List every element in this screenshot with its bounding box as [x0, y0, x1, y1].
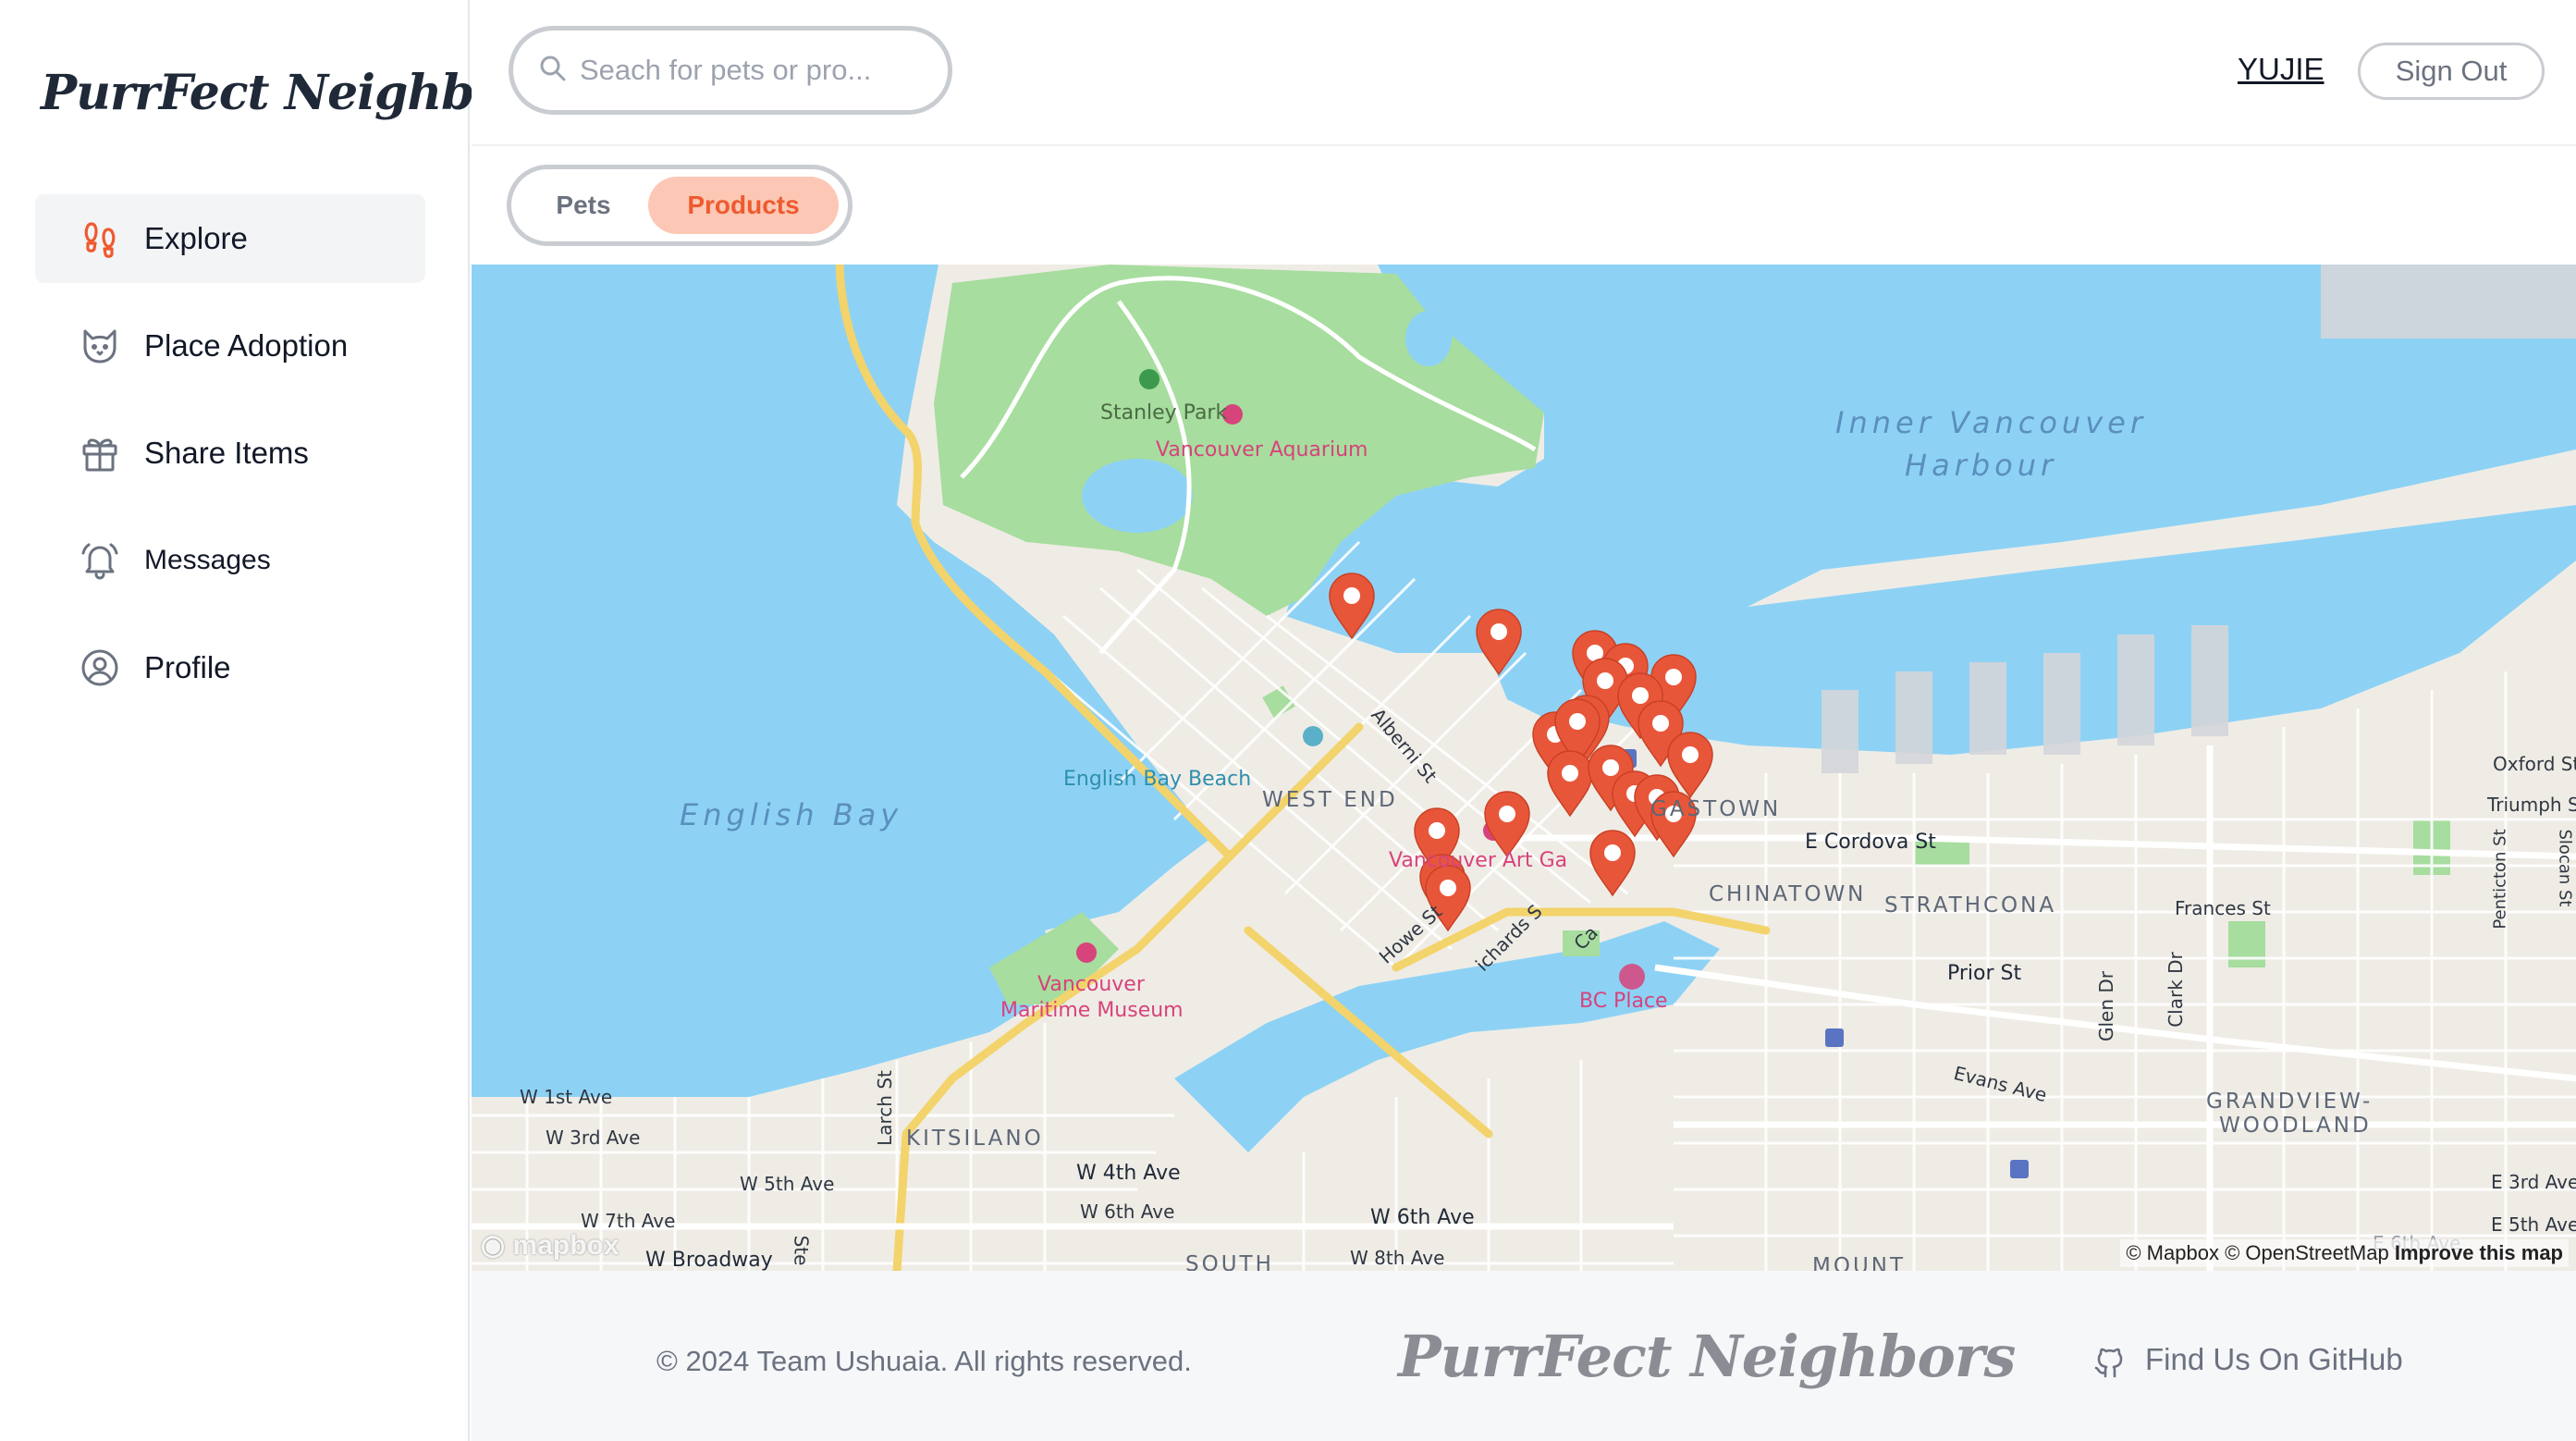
street-label: W 4th Ave: [1076, 1162, 1181, 1185]
copyright-text: © 2024 Team Ushuaia. All rights reserved…: [656, 1345, 1192, 1377]
district-label: CHINATOWN: [1709, 882, 1867, 906]
poi-label: Stanley Park: [1100, 401, 1228, 425]
street-label: Clark Dr: [2164, 952, 2187, 1028]
street-label: Penticton St: [2490, 829, 2510, 930]
street-label: Prior St: [1947, 962, 2022, 985]
street-label: Frances St: [2175, 897, 2271, 919]
district-label: GRANDVIEW-: [2206, 1090, 2374, 1114]
sign-out-button[interactable]: Sign Out: [2358, 43, 2545, 100]
street-label: E Cordova St: [1805, 831, 1936, 854]
poi-label: Maritime Museum: [1000, 999, 1184, 1022]
sidebar-item-label: Messages: [144, 545, 271, 575]
district-label: KITSILANO: [906, 1127, 1044, 1151]
transit-icon: [1825, 1028, 1844, 1047]
harbour-label: Inner Vancouver: [1835, 405, 2147, 440]
poi-label: BC Place: [1579, 990, 1668, 1013]
cat-icon: [80, 326, 120, 366]
map-view[interactable]: Inner Vancouver Harbour English Bay Stan…: [472, 265, 2576, 1271]
district-label: MOUNT: [1812, 1254, 1907, 1271]
search-input[interactable]: [580, 54, 913, 87]
street-label: W 1st Ave: [520, 1086, 613, 1108]
search-icon: [539, 55, 567, 87]
user-circle-icon: [80, 647, 120, 688]
street-label: Larch St: [873, 1070, 896, 1146]
street-label: W 6th Ave: [1080, 1201, 1175, 1223]
search-box[interactable]: [509, 26, 952, 115]
gift-icon: [80, 433, 120, 474]
district-label: STRATHCONA: [1884, 893, 2057, 918]
street-label: W 5th Ave: [740, 1173, 835, 1195]
street-label: Oxford St: [2493, 753, 2576, 775]
app-logo[interactable]: PurrFect Neighbors: [41, 65, 557, 139]
improve-map-link[interactable]: Improve this map: [2395, 1241, 2563, 1264]
harbour-label: Harbour: [1905, 448, 2058, 483]
poi-label: Vancouver Aquarium: [1156, 438, 1368, 462]
beach-poi-icon: [1303, 726, 1323, 746]
top-header: YUJIE Sign Out: [472, 0, 2576, 146]
street-label: E 3rd Ave: [2491, 1171, 2576, 1193]
footprints-icon: [80, 218, 120, 259]
username-link[interactable]: YUJIE: [2238, 52, 2325, 87]
sidebar-nav: Explore Place Adoption Share Items Messa…: [35, 194, 425, 731]
sidebar-item-explore[interactable]: Explore: [35, 194, 425, 283]
mapbox-attribution-link[interactable]: © Mapbox: [2126, 1241, 2219, 1264]
sidebar-item-label: Share Items: [144, 436, 309, 470]
product-marker[interactable]: [1329, 573, 1375, 640]
sidebar-item-label: Profile: [144, 650, 231, 684]
sidebar-item-label: Explore: [144, 221, 248, 255]
street-label: E 5th Ave: [2491, 1213, 2576, 1236]
toggle-products[interactable]: Products: [648, 177, 839, 234]
district-label: GASTOWN: [1650, 797, 1782, 821]
sidebar-item-label: Place Adoption: [144, 328, 349, 363]
poi-label: Vancouver Art Ga: [1389, 849, 1568, 872]
osm-attribution-link[interactable]: © OpenStreetMap: [2225, 1241, 2389, 1264]
street-label: W 6th Ave: [1370, 1206, 1475, 1229]
pets-products-toggle: Pets Products: [507, 165, 853, 246]
park-poi-icon: [1139, 369, 1159, 389]
github-link[interactable]: Find Us On GitHub: [2091, 1341, 2403, 1378]
district-label: SOUTH: [1185, 1252, 1274, 1271]
street-label: Triumph St: [2487, 794, 2576, 816]
sidebar-item-share-items[interactable]: Share Items: [35, 409, 425, 498]
mapbox-logo[interactable]: ◉ mapbox: [481, 1229, 619, 1262]
sidebar: PurrFect Neighbors Explore Place Adoptio…: [0, 0, 557, 1441]
toggle-pets[interactable]: Pets: [519, 177, 648, 234]
street-label: W Broadway: [645, 1249, 773, 1271]
street-label: W 8th Ave: [1350, 1247, 1445, 1269]
poi-label: English Bay Beach: [1063, 768, 1252, 791]
street-label: Ste: [790, 1235, 813, 1266]
english-bay-label: English Bay: [680, 797, 903, 832]
page-footer: © 2024 Team Ushuaia. All rights reserved…: [472, 1271, 2576, 1441]
district-label: WOODLAND: [2219, 1114, 2372, 1138]
footer-logo: PurrFect Neighbors: [1398, 1323, 2016, 1390]
sidebar-item-messages[interactable]: Messages: [35, 516, 425, 605]
github-label: Find Us On GitHub: [2145, 1342, 2403, 1376]
street-label: Glen Dr: [2095, 970, 2118, 1042]
sidebar-item-profile[interactable]: Profile: [35, 623, 425, 712]
street-label: W 3rd Ave: [546, 1127, 641, 1149]
poi-label: Vancouver: [1037, 973, 1145, 996]
map-attribution: © Mapbox © OpenStreetMap Improve this ma…: [2120, 1239, 2569, 1267]
bell-icon: [80, 540, 120, 581]
transit-icon: [2010, 1160, 2029, 1178]
district-label: WEST END: [1262, 788, 1398, 812]
github-icon: [2091, 1341, 2128, 1378]
museum-poi-icon: [1076, 942, 1097, 963]
sidebar-item-place-adoption[interactable]: Place Adoption: [35, 302, 425, 390]
street-label: Slocan St: [2555, 829, 2575, 907]
